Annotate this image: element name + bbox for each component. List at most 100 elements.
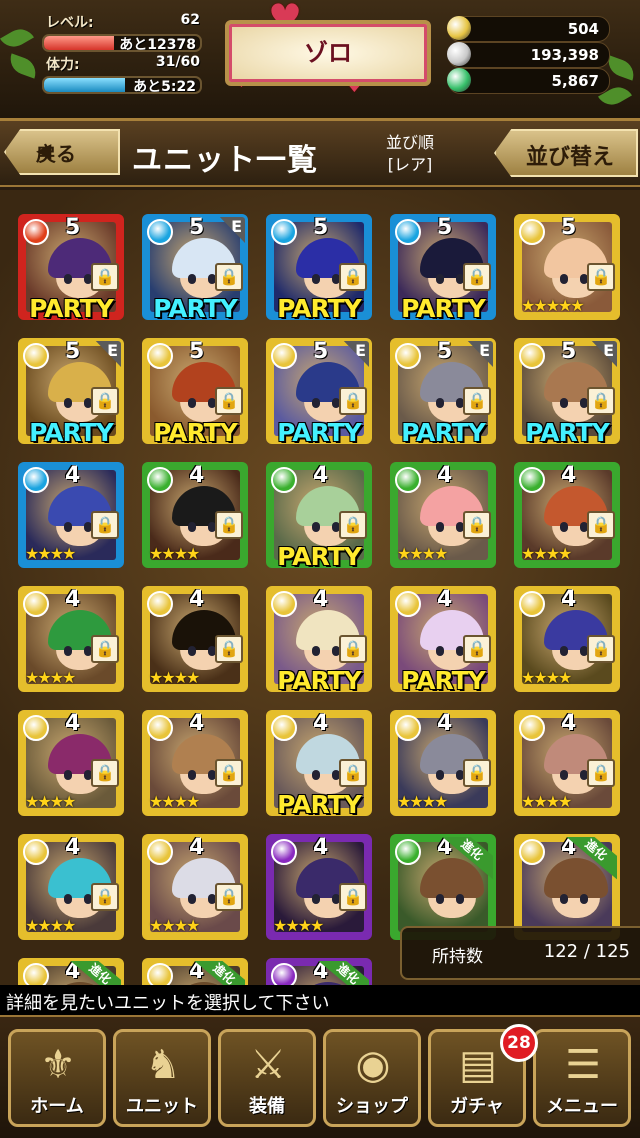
lock-icon[interactable]: 🔒 [587,511,615,539]
back-button[interactable]: ◀ 戻る [4,129,120,175]
wind-element-icon [519,467,545,493]
lock-icon[interactable]: 🔒 [587,263,615,291]
nav-shop-button[interactable]: ◉ ショップ [323,1029,421,1127]
unit-eye [312,274,320,284]
light-element-icon [395,715,421,741]
party-label: PARTY [29,294,114,323]
lock-icon[interactable]: 🔒 [339,759,367,787]
unit-card[interactable]: 4 進化 [266,958,372,985]
leaf-decoration [6,53,40,79]
stamina-value: 31/60 [155,54,200,70]
unit-card[interactable]: 4 🔒 ★★★★ [142,710,248,816]
unit-rarity: 5 [437,339,453,364]
lock-icon[interactable]: 🔒 [339,263,367,291]
unit-card[interactable]: 4 進化 [18,958,124,985]
unit-card[interactable]: 4 🔒 ★★★★ [390,710,496,816]
star-rating: ★★★★★ [521,296,585,315]
light-element-icon [23,715,49,741]
unit-eye [560,770,568,780]
lock-icon[interactable]: 🔒 [91,263,119,291]
star-rating: ★★★★ [521,792,572,811]
nav-unit-button[interactable]: ♞ ユニット [113,1029,211,1127]
stamina-bar-fill [44,78,126,92]
unit-card[interactable]: 4 🔒 ★★★★ [142,834,248,940]
sort-button[interactable]: 並び替え [494,129,638,177]
light-element-icon [395,343,421,369]
light-element-icon [23,343,49,369]
unit-card[interactable]: 4 進化 [514,834,620,940]
unit-rarity: 4 [313,587,329,612]
lock-icon[interactable]: 🔒 [91,387,119,415]
star-rating: ★★★★ [397,544,448,563]
party-label: PARTY [525,418,610,447]
dark-element-icon [271,963,297,985]
unit-card[interactable]: 4 🔒 ★★★★ [266,834,372,940]
nav-equipment-button[interactable]: ⚔ 装備 [218,1029,316,1127]
stamina-bar: あと5:22 [42,76,202,94]
unit-card[interactable]: 4 🔒 ★★★★ [142,586,248,692]
unit-card[interactable]: 4 🔒 ★★★★ [18,710,124,816]
lock-icon[interactable]: 🔒 [463,511,491,539]
nav-menu-button[interactable]: ☰ メニュー [533,1029,631,1127]
unit-card[interactable]: 4 🔒 ★★★★ [514,586,620,692]
stamina-recovery-time: あと5:22 [133,79,196,94]
unit-card[interactable]: 4 🔒 ★★★★ [514,462,620,568]
lock-icon[interactable]: 🔒 [91,883,119,911]
owned-count-value: 122 / 125 [543,941,630,962]
unit-card[interactable]: 4 🔒 ★★★★ [18,834,124,940]
lock-icon[interactable]: 🔒 [215,387,243,415]
unit-eye [64,274,72,284]
star-rating: ★★★★ [397,792,448,811]
lock-icon[interactable]: 🔒 [339,387,367,415]
gacha-notification-badge: 28 [500,1024,538,1062]
lock-icon[interactable]: 🔒 [215,883,243,911]
unit-card[interactable]: 5 🔒 ★★★★★ [514,214,620,320]
equipment-icon: ⚔ [250,1042,286,1088]
lock-icon[interactable]: 🔒 [91,511,119,539]
lock-icon[interactable]: 🔒 [215,263,243,291]
party-label: PARTY [153,294,238,323]
star-rating: ★★★★ [149,792,200,811]
party-label: PARTY [277,542,362,571]
unit-card[interactable]: 4 進化 [142,958,248,985]
unit-card[interactable]: 4 🔒 ★★★★ [18,586,124,692]
water-element-icon [147,219,173,245]
lock-icon[interactable]: 🔒 [587,635,615,663]
lock-icon[interactable]: 🔒 [215,759,243,787]
lock-icon[interactable]: 🔒 [463,263,491,291]
unit-icon: ♞ [145,1042,181,1088]
light-element-icon [519,219,545,245]
lock-icon[interactable]: 🔒 [463,759,491,787]
unit-eye [560,274,568,284]
star-rating: ★★★★ [25,916,76,935]
light-element-icon [23,839,49,865]
unit-card[interactable]: 4 🔒 ★★★★ [514,710,620,816]
lock-icon[interactable]: 🔒 [463,635,491,663]
unit-rarity: 4 [189,463,205,488]
lock-icon[interactable]: 🔒 [339,883,367,911]
page-title: ユニット一覧 [132,143,318,178]
lock-icon[interactable]: 🔒 [339,635,367,663]
lock-icon[interactable]: 🔒 [215,511,243,539]
lock-icon[interactable]: 🔒 [91,759,119,787]
unit-card[interactable]: 4 🔒 ★★★★ [18,462,124,568]
lock-icon[interactable]: 🔒 [339,511,367,539]
unit-card[interactable]: 4 進化 [390,834,496,940]
unit-grid[interactable]: 5 🔒 PARTY 5 E 🔒 PARTY 5 🔒 PARTY 5 🔒 PARTY 5 🔒 ★★★★★ 5 E 🔒 P… [0,190,640,985]
light-element-icon [519,591,545,617]
nav-unit-label: ユニット [126,1096,198,1117]
lock-icon[interactable]: 🔒 [587,759,615,787]
lock-icon[interactable]: 🔒 [463,387,491,415]
unit-card[interactable]: 4 🔒 ★★★★ [142,462,248,568]
lock-icon[interactable]: 🔒 [91,635,119,663]
lock-icon[interactable]: 🔒 [587,387,615,415]
unit-eye [312,522,320,532]
light-element-icon [271,343,297,369]
unit-card[interactable]: 4 🔒 ★★★★ [390,462,496,568]
unit-eye [436,274,444,284]
light-element-icon [147,591,173,617]
instruction-message-bar: 詳細を見たいユニットを選択して下さい [0,985,640,1015]
nav-home-button[interactable]: ⚜ ホーム [8,1029,106,1127]
lock-icon[interactable]: 🔒 [215,635,243,663]
leaf-decoration [0,23,34,53]
